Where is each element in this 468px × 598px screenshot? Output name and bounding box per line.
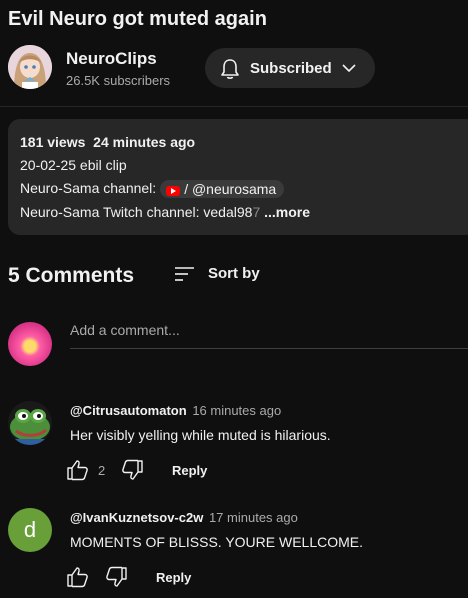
divider bbox=[0, 106, 468, 107]
thumbs-down-icon[interactable] bbox=[120, 459, 144, 481]
thumbs-up-icon[interactable] bbox=[66, 459, 90, 481]
comment-time: 17 minutes ago bbox=[208, 510, 298, 525]
subscribed-label: Subscribed bbox=[250, 60, 332, 77]
current-user-avatar bbox=[8, 322, 52, 366]
commenter-avatar[interactable] bbox=[8, 401, 52, 445]
twitch-label: Neuro-Sama Twitch channel: vedal98 bbox=[20, 204, 253, 220]
description-box[interactable]: 181 views 24 minutes ago 20-02-25 ebil c… bbox=[8, 119, 468, 235]
reply-button[interactable]: Reply bbox=[156, 570, 191, 585]
bell-icon bbox=[221, 59, 239, 79]
comment-item: @Citrusautomaton 16 minutes ago Her visi… bbox=[0, 401, 468, 491]
upload-age: 24 minutes ago bbox=[93, 134, 196, 150]
neurosama-channel-link[interactable]: / @neurosama bbox=[160, 180, 285, 199]
channel-avatar[interactable] bbox=[8, 45, 52, 89]
channel-avatar-image bbox=[8, 45, 52, 89]
reply-button[interactable]: Reply bbox=[172, 463, 207, 478]
youtube-logo-icon bbox=[166, 185, 181, 196]
pepe-frog-avatar-icon bbox=[8, 401, 52, 445]
commenter-avatar[interactable]: d bbox=[8, 508, 52, 552]
like-count: 2 bbox=[98, 463, 106, 478]
comment-author[interactable]: @Citrusautomaton bbox=[70, 403, 187, 418]
chevron-down-icon bbox=[342, 64, 356, 73]
comment-text: Her visibly yelling while muted is hilar… bbox=[70, 427, 331, 443]
add-comment-input[interactable]: Add a comment... bbox=[70, 322, 468, 344]
video-title: Evil Neuro got muted again bbox=[8, 8, 267, 30]
subscribed-button[interactable]: Subscribed bbox=[205, 48, 375, 88]
channel-link-label: Neuro-Sama channel: bbox=[20, 180, 157, 196]
view-count: 181 views bbox=[20, 134, 86, 150]
description-line-3: Neuro-Sama Twitch channel: vedal987 ...m… bbox=[20, 204, 310, 220]
video-meta: 181 views 24 minutes ago bbox=[20, 134, 195, 150]
comment-author[interactable]: @IvanKuznetsov-c2w bbox=[70, 510, 203, 525]
comment-actions: 2 Reply bbox=[66, 459, 266, 483]
comment-text: MOMENTS OF BLISSS. YOURE WELLCOME. bbox=[70, 534, 364, 550]
comment-actions: Reply bbox=[66, 566, 266, 590]
thumbs-down-icon[interactable] bbox=[104, 566, 128, 588]
twitch-label-faded: 7 bbox=[252, 204, 261, 220]
comments-count: 5 Comments bbox=[8, 264, 135, 287]
thumbs-up-icon[interactable] bbox=[66, 566, 90, 588]
description-line-2: Neuro-Sama channel: / @neurosama bbox=[20, 180, 285, 199]
comment-header: @Citrusautomaton 16 minutes ago bbox=[70, 403, 281, 418]
comment-time: 16 minutes ago bbox=[192, 403, 282, 418]
subscriber-count: 26.5K subscribers bbox=[66, 73, 171, 88]
channel-row: NeuroClips 26.5K subscribers Subscribed bbox=[8, 45, 468, 91]
channel-name[interactable]: NeuroClips bbox=[66, 49, 157, 69]
show-more-button[interactable]: ...more bbox=[264, 204, 310, 220]
comment-header: @IvanKuznetsov-c2w 17 minutes ago bbox=[70, 510, 298, 525]
channel-link-text: / @neurosama bbox=[184, 181, 277, 198]
description-line-1: 20-02-25 ebil clip bbox=[20, 157, 127, 173]
comment-input-underline bbox=[70, 348, 468, 349]
sort-icon bbox=[175, 267, 194, 281]
comment-item: d @IvanKuznetsov-c2w 17 minutes ago MOME… bbox=[0, 508, 468, 598]
sort-by-label: Sort by bbox=[208, 265, 260, 282]
